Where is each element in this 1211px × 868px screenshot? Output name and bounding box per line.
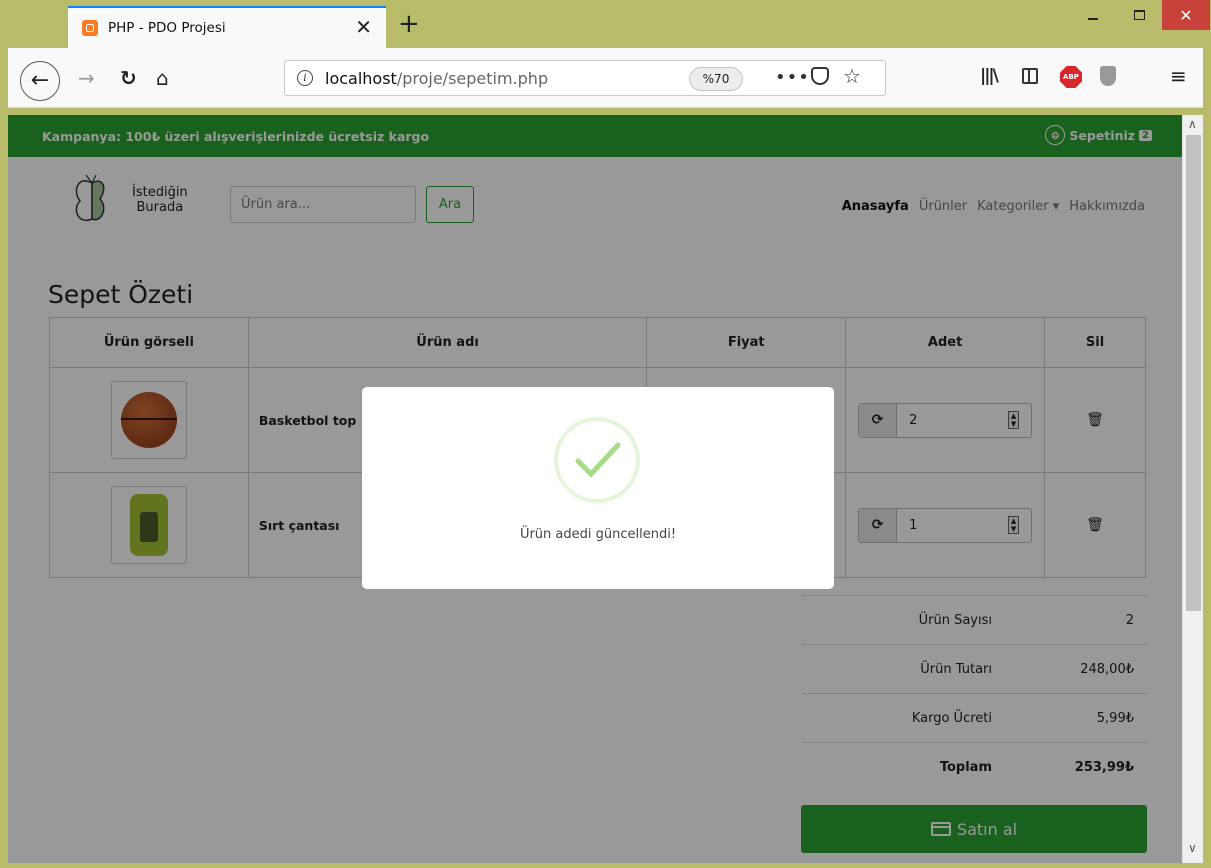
title-bar: PHP - PDO Projesi ✕ + ✕ — [0, 0, 1211, 48]
forward-button[interactable]: → — [78, 68, 95, 88]
minimize-icon — [1088, 18, 1098, 20]
home-button[interactable]: ⌂ — [156, 68, 169, 88]
tab-close-icon[interactable]: ✕ — [355, 17, 372, 37]
browser-tab[interactable]: PHP - PDO Projesi ✕ — [68, 6, 386, 48]
navigation-toolbar: ← → ↻ ⌂ i localhost/proje/sepetim.php %7… — [8, 48, 1203, 108]
close-window-button[interactable]: ✕ — [1162, 0, 1210, 30]
site-info-icon[interactable]: i — [297, 70, 313, 86]
browser-window: PHP - PDO Projesi ✕ + ✕ ← → ↻ ⌂ i localh… — [0, 0, 1211, 868]
scrollbar-thumb[interactable] — [1186, 135, 1201, 611]
modal-overlay[interactable]: Ürün adedi güncellendi! — [8, 115, 1182, 863]
modal-message: Ürün adedi güncellendi! — [519, 527, 677, 542]
library-icon[interactable]: |||\ — [980, 66, 999, 86]
checkmark-icon — [575, 442, 621, 478]
scroll-up-icon[interactable]: ∧ — [1188, 117, 1197, 131]
hamburger-menu-icon[interactable]: ≡ — [1170, 64, 1187, 88]
sidebar-icon[interactable] — [1022, 68, 1038, 84]
success-modal: Ürün adedi güncellendi! — [362, 387, 834, 589]
web-page: Kampanya: 100₺ üzeri alışverişlerinizde … — [8, 115, 1203, 863]
url-path: /proje/sepetim.php — [396, 68, 549, 88]
new-tab-button[interactable]: + — [398, 11, 420, 37]
page-actions-icon[interactable]: ••• — [775, 67, 810, 88]
zoom-indicator[interactable]: %70 — [689, 67, 743, 91]
close-icon: ✕ — [1179, 5, 1193, 25]
maximize-icon — [1133, 10, 1145, 20]
vertical-scrollbar[interactable]: ∧ ∨ — [1182, 115, 1203, 863]
scroll-down-icon[interactable]: ∨ — [1188, 841, 1197, 855]
adblock-plus-icon[interactable]: ABP — [1060, 66, 1082, 88]
reload-button[interactable]: ↻ — [120, 68, 137, 88]
tab-title: PHP - PDO Projesi — [108, 20, 226, 36]
pocket-icon[interactable] — [811, 67, 829, 85]
maximize-button[interactable] — [1116, 0, 1162, 30]
shield-extension-icon[interactable] — [1100, 66, 1116, 86]
xampp-favicon-icon — [82, 20, 98, 36]
success-circle — [554, 417, 640, 503]
url-bar[interactable]: i localhost/proje/sepetim.php %70 ••• ☆ — [284, 60, 886, 96]
bookmark-star-icon[interactable]: ☆ — [843, 64, 861, 88]
url-host: localhost — [325, 68, 397, 88]
minimize-button[interactable] — [1070, 0, 1116, 30]
back-button[interactable]: ← — [20, 61, 60, 101]
